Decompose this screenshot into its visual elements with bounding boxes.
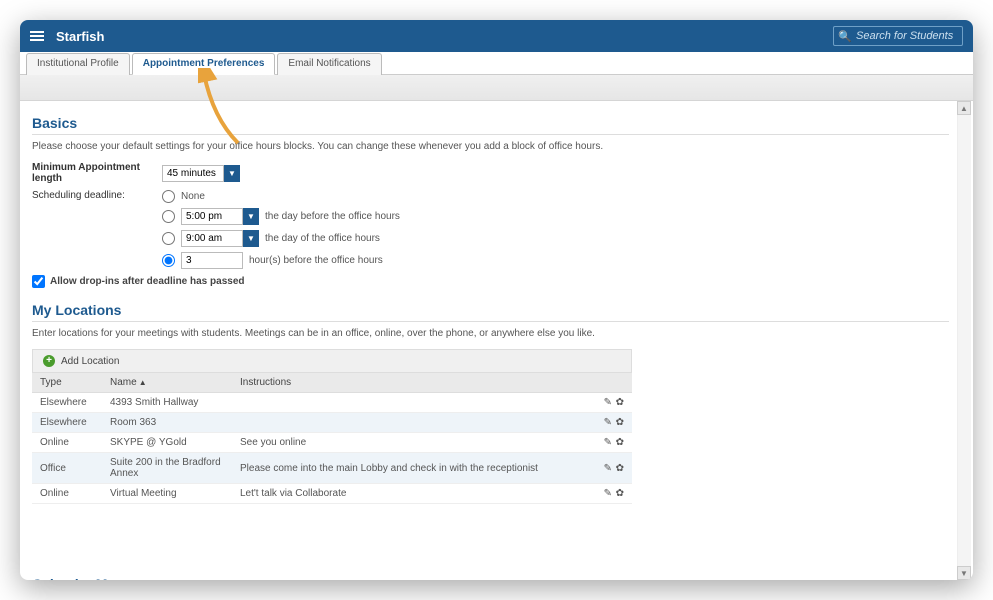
- scheduling-label: Scheduling deadline:: [32, 190, 162, 201]
- deadline-dayof-suffix: the day of the office hours: [265, 233, 380, 244]
- scrollbar-up[interactable]: ▲: [957, 101, 971, 115]
- cell-instructions: See you online: [232, 433, 592, 453]
- chevron-down-icon[interactable]: ▼: [243, 230, 259, 247]
- deadline-none-label: None: [181, 191, 205, 202]
- cell-type: Online: [32, 433, 102, 453]
- gear-icon[interactable]: ✿: [614, 488, 624, 499]
- plus-icon: +: [43, 355, 55, 367]
- topbar: Starfish 🔍: [20, 20, 973, 52]
- table-row: Elsewhere4393 Smith Hallway ✎✿: [32, 393, 632, 413]
- content-scroll: ▲ ▼ Basics Please choose your default se…: [20, 101, 973, 580]
- basics-heading: Basics: [32, 115, 949, 135]
- basics-desc: Please choose your default settings for …: [32, 141, 949, 152]
- table-row: OfficeSuite 200 in the Bradford AnnexPle…: [32, 453, 632, 484]
- hamburger-icon[interactable]: [30, 29, 46, 43]
- cell-instructions: Please come into the main Lobby and chec…: [232, 453, 592, 484]
- search-wrap: 🔍: [833, 26, 963, 46]
- tab-appointment-preferences[interactable]: Appointment Preferences: [132, 53, 276, 75]
- add-location-button[interactable]: + Add Location: [32, 349, 632, 373]
- min-appt-select[interactable]: ▼: [162, 165, 240, 182]
- cell-type: Elsewhere: [32, 413, 102, 433]
- deadline-radio-dayof[interactable]: [162, 232, 175, 245]
- deadline-daybefore-suffix: the day before the office hours: [265, 211, 400, 222]
- managers-heading: Calendar Managers: [32, 576, 949, 580]
- locations-table: Type Name▲ Instructions Elsewhere4393 Sm…: [32, 373, 632, 504]
- cell-name: Virtual Meeting: [102, 484, 232, 504]
- deadline-dayof-select[interactable]: ▼: [181, 230, 259, 247]
- table-row: OnlineVirtual MeetingLet't talk via Coll…: [32, 484, 632, 504]
- table-row: OnlineSKYPE @ YGoldSee you online ✎✿: [32, 433, 632, 453]
- cell-name: SKYPE @ YGold: [102, 433, 232, 453]
- chevron-down-icon[interactable]: ▼: [224, 165, 240, 182]
- gear-icon[interactable]: ✿: [614, 463, 624, 474]
- locations-heading: My Locations: [32, 302, 949, 322]
- gear-icon[interactable]: ✿: [614, 437, 624, 448]
- cell-instructions: Let't talk via Collaborate: [232, 484, 592, 504]
- col-instructions[interactable]: Instructions: [232, 373, 592, 393]
- tab-institutional-profile[interactable]: Institutional Profile: [26, 53, 130, 75]
- deadline-daybefore-select[interactable]: ▼: [181, 208, 259, 225]
- cell-instructions: [232, 413, 592, 433]
- cell-name: 4393 Smith Hallway: [102, 393, 232, 413]
- cell-name: Suite 200 in the Bradford Annex: [102, 453, 232, 484]
- chevron-down-icon[interactable]: ▼: [243, 208, 259, 225]
- min-appt-label: Minimum Appointment length: [32, 162, 162, 184]
- tab-email-notifications[interactable]: Email Notifications: [277, 53, 381, 75]
- deadline-radio-none[interactable]: [162, 190, 175, 203]
- allow-dropins-label: Allow drop-ins after deadline has passed: [50, 276, 245, 287]
- pencil-icon[interactable]: ✎: [602, 437, 612, 448]
- gear-icon[interactable]: ✿: [614, 397, 624, 408]
- scrollbar-down[interactable]: ▼: [957, 566, 971, 580]
- cell-type: Office: [32, 453, 102, 484]
- deadline-daybefore-time[interactable]: [181, 208, 243, 225]
- gray-band: [20, 75, 973, 101]
- cell-type: Online: [32, 484, 102, 504]
- app-title: Starfish: [56, 29, 104, 44]
- sort-asc-icon: ▲: [139, 378, 147, 387]
- add-location-label: Add Location: [61, 356, 119, 367]
- scrollbar-track[interactable]: [957, 115, 971, 566]
- deadline-dayof-time[interactable]: [181, 230, 243, 247]
- pencil-icon[interactable]: ✎: [602, 463, 612, 474]
- pencil-icon[interactable]: ✎: [602, 397, 612, 408]
- gear-icon[interactable]: ✿: [614, 417, 624, 428]
- deadline-hours-suffix: hour(s) before the office hours: [249, 255, 383, 266]
- tabs-row: Institutional Profile Appointment Prefer…: [20, 52, 973, 75]
- cell-instructions: [232, 393, 592, 413]
- locations-desc: Enter locations for your meetings with s…: [32, 328, 949, 339]
- min-appt-value[interactable]: [162, 165, 224, 182]
- deadline-hours-input[interactable]: [181, 252, 243, 269]
- col-type[interactable]: Type: [32, 373, 102, 393]
- cell-name: Room 363: [102, 413, 232, 433]
- allow-dropins-checkbox[interactable]: [32, 275, 45, 288]
- table-row: ElsewhereRoom 363 ✎✿: [32, 413, 632, 433]
- search-icon: 🔍: [838, 30, 852, 43]
- search-input[interactable]: [833, 26, 963, 46]
- cell-type: Elsewhere: [32, 393, 102, 413]
- deadline-radio-daybefore[interactable]: [162, 210, 175, 223]
- pencil-icon[interactable]: ✎: [602, 417, 612, 428]
- col-name[interactable]: Name▲: [102, 373, 232, 393]
- deadline-radio-hours[interactable]: [162, 254, 175, 267]
- pencil-icon[interactable]: ✎: [602, 488, 612, 499]
